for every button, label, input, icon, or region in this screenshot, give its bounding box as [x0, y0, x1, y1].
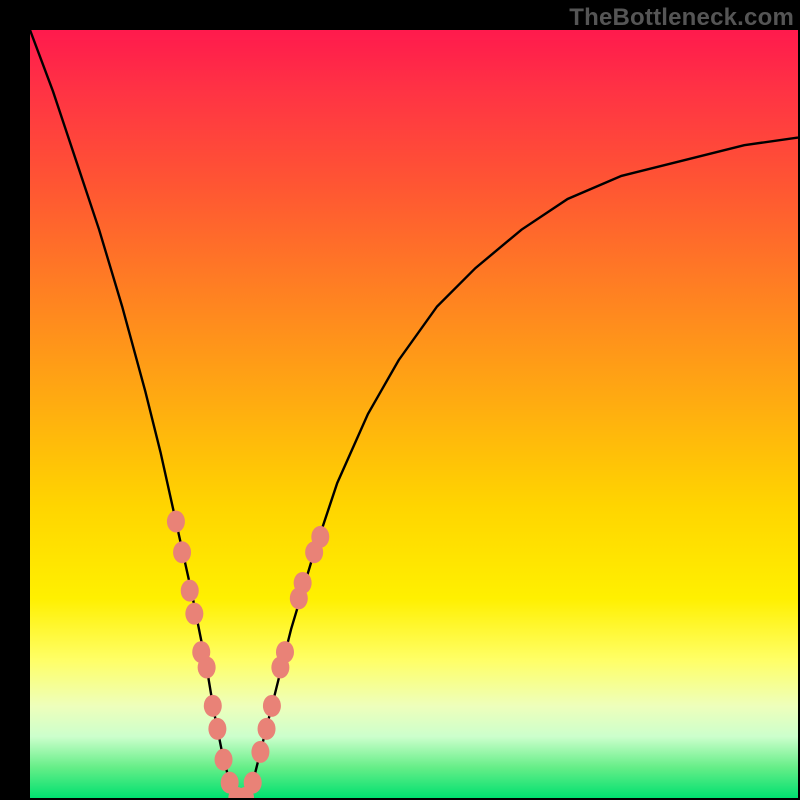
- curve-marker: [263, 695, 281, 717]
- bottleneck-curve: [30, 30, 798, 798]
- curve-marker: [198, 656, 216, 678]
- watermark-label: TheBottleneck.com: [569, 4, 794, 32]
- curve-marker: [258, 718, 276, 740]
- curve-marker: [208, 718, 226, 740]
- curve-marker: [215, 749, 233, 771]
- curve-marker: [251, 741, 269, 763]
- curve-marker: [167, 511, 185, 533]
- curve-marker: [276, 641, 294, 663]
- curve-marker: [173, 541, 191, 563]
- curve-layer: [30, 30, 798, 798]
- curve-marker: [204, 695, 222, 717]
- marker-group: [167, 511, 329, 798]
- curve-marker: [181, 580, 199, 602]
- curve-marker: [294, 572, 312, 594]
- curve-marker: [311, 526, 329, 548]
- curve-marker: [185, 603, 203, 625]
- chart-frame: TheBottleneck.com: [0, 0, 800, 800]
- plot-area: [30, 30, 798, 798]
- curve-marker: [244, 772, 262, 794]
